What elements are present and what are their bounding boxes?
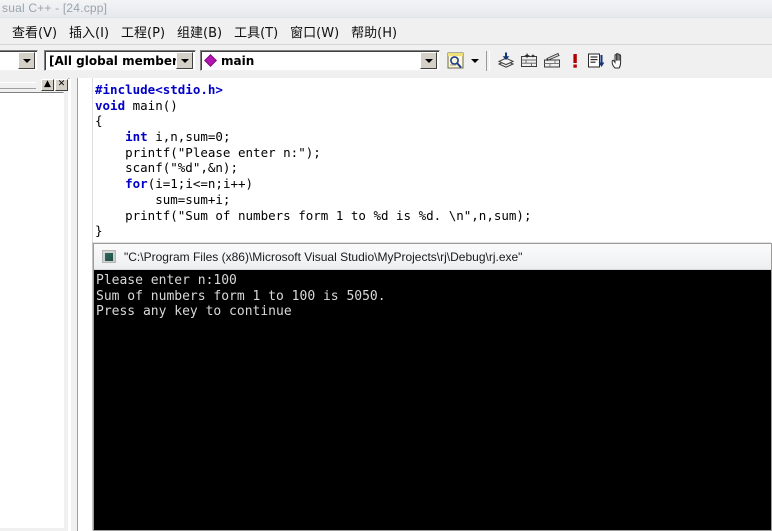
members-combo[interactable]: [All global members	[44, 50, 196, 71]
menu-project[interactable]: 工程(P)	[115, 20, 171, 43]
build-button[interactable]	[517, 50, 540, 72]
workspace-close-button[interactable]: ✕	[55, 78, 68, 91]
code-token: #include<stdio.h>	[95, 82, 223, 97]
red-exclamation-icon	[572, 54, 577, 68]
window-title: sual C++ - [24.cpp]	[2, 1, 108, 15]
console-line: Press any key to continue	[96, 304, 292, 320]
code-token: (i=1;i<=n;i++)	[147, 176, 254, 192]
chevron-down-icon[interactable]	[176, 52, 193, 69]
workspace-panel: ▲ ✕	[0, 78, 68, 531]
chevron-down-icon[interactable]	[420, 52, 437, 69]
menu-help[interactable]: 帮助(H)	[345, 20, 403, 43]
workspace-titlebar: ▲ ✕	[0, 78, 68, 91]
go-button[interactable]	[584, 50, 607, 72]
code-token: int	[125, 129, 148, 145]
code-line: {	[95, 113, 532, 129]
compile-icon	[497, 52, 514, 68]
window-titlebar: sual C++ - [24.cpp]	[0, 0, 772, 18]
chevron-down-icon[interactable]	[18, 52, 35, 69]
members-combo-value: [All global members	[49, 53, 176, 68]
code-token: for	[125, 176, 148, 192]
code-line: sum=sum+i;	[95, 192, 532, 208]
code-line: }	[95, 223, 532, 239]
code-token: main()	[125, 97, 178, 113]
function-combo-value: main	[221, 53, 255, 68]
build-execute-icon	[543, 52, 560, 68]
compile-button[interactable]	[494, 50, 517, 72]
code-line: for(i=1;i<=n;i++)	[95, 176, 532, 192]
function-combo[interactable]: main	[200, 50, 440, 71]
find-dropdown-button[interactable]	[468, 50, 482, 72]
find-in-files-button[interactable]	[445, 50, 468, 72]
build-execute-button[interactable]	[540, 50, 563, 72]
console-line: Please enter n:100	[96, 273, 237, 288]
code-line: #include<stdio.h>	[95, 82, 532, 98]
menubar: 查看(V) 插入(I) 工程(P) 组建(B) 工具(T) 窗口(W) 帮助(H)	[0, 18, 772, 45]
hand-icon	[611, 53, 621, 69]
source-code[interactable]: #include<stdio.h> void main(){ int i,n,su…	[95, 82, 532, 239]
console-window[interactable]: "C:\Program Files (x86)\Microsoft Visual…	[93, 243, 772, 531]
code-line: scanf("%d",&n);	[95, 160, 532, 176]
menu-tools[interactable]: 工具(T)	[228, 20, 284, 43]
console-titlebar: "C:\Program Files (x86)\Microsoft Visual…	[94, 244, 771, 270]
workspace-splitter[interactable]	[70, 78, 77, 531]
code-line: int i,n,sum=0;	[95, 129, 532, 145]
code-line: printf("Sum of numbers form 1 to %d is %…	[95, 207, 532, 224]
list-down-arrow-icon	[587, 53, 604, 68]
toolbar: [All global members main	[0, 45, 772, 79]
code-token: printf("Please enter n:");	[95, 144, 321, 160]
code-token: {	[95, 113, 103, 129]
code-token: }	[95, 223, 103, 239]
code-token: void	[95, 97, 126, 113]
console-app-icon	[102, 250, 116, 263]
workspace-minimize-button[interactable]: ▲	[41, 78, 54, 91]
workspace-tree[interactable]	[0, 92, 64, 528]
menu-view[interactable]: 查看(V)	[6, 20, 63, 43]
console-line: Sum of numbers form 1 to 100 is 5050.	[96, 288, 386, 304]
toolbar-separator	[486, 51, 490, 71]
stop-build-button[interactable]	[563, 50, 586, 72]
code-token: sum=sum+i;	[95, 191, 231, 207]
class-combo[interactable]	[0, 50, 38, 71]
code-token: i,n,sum=0;	[147, 129, 231, 145]
code-token: printf("Sum of numbers form 1 to %d is %…	[95, 207, 532, 223]
build-icon	[520, 53, 537, 67]
menu-insert[interactable]: 插入(I)	[63, 20, 115, 43]
chevron-down-icon	[471, 59, 479, 63]
console-output[interactable]: Please enter n:100 Sum of numbers form 1 …	[94, 270, 771, 530]
console-title: "C:\Program Files (x86)\Microsoft Visual…	[124, 249, 523, 264]
menu-window[interactable]: 窗口(W)	[284, 20, 345, 43]
code-token: scanf("%d",&n);	[95, 160, 238, 176]
editor-selection-margin	[78, 78, 93, 531]
code-line: printf("Please enter n:");	[95, 145, 532, 161]
vc6-application-window: sual C++ - [24.cpp] 查看(V) 插入(I) 工程(P) 组建(B)…	[0, 0, 772, 531]
menu-build[interactable]: 组建(B)	[171, 20, 228, 43]
code-line: void main()	[95, 98, 532, 114]
find-in-files-icon	[447, 52, 464, 69]
workspace-grip[interactable]	[0, 82, 36, 89]
insert-remove-breakpoint-button[interactable]	[607, 50, 630, 72]
